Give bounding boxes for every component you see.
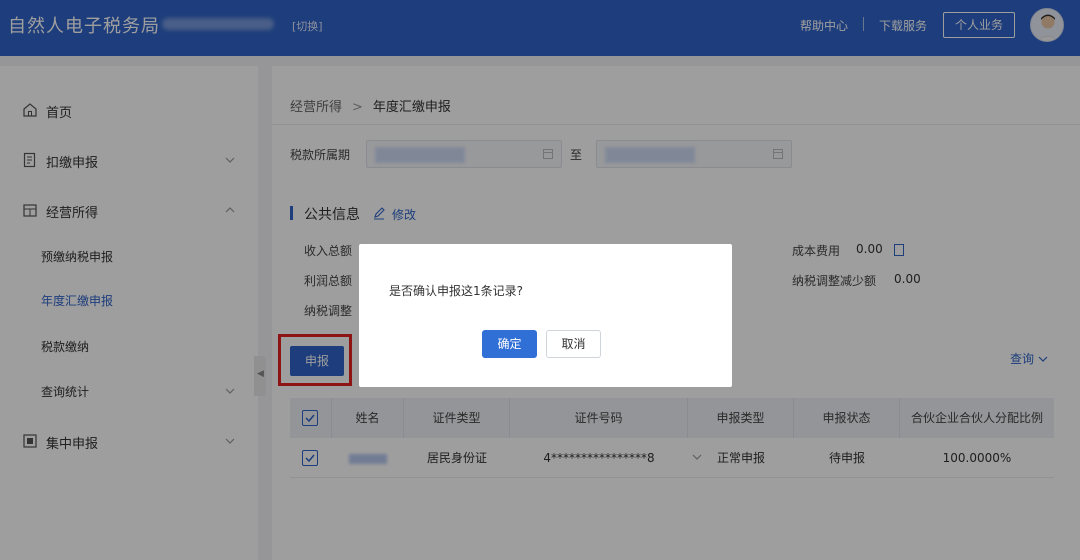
confirm-button[interactable]: 确定 bbox=[482, 330, 537, 358]
dialog-message: 是否确认申报这1条记录? bbox=[389, 284, 524, 298]
confirm-dialog: 是否确认申报这1条记录? 确定 取消 bbox=[359, 244, 732, 387]
cancel-button[interactable]: 取消 bbox=[546, 330, 601, 358]
